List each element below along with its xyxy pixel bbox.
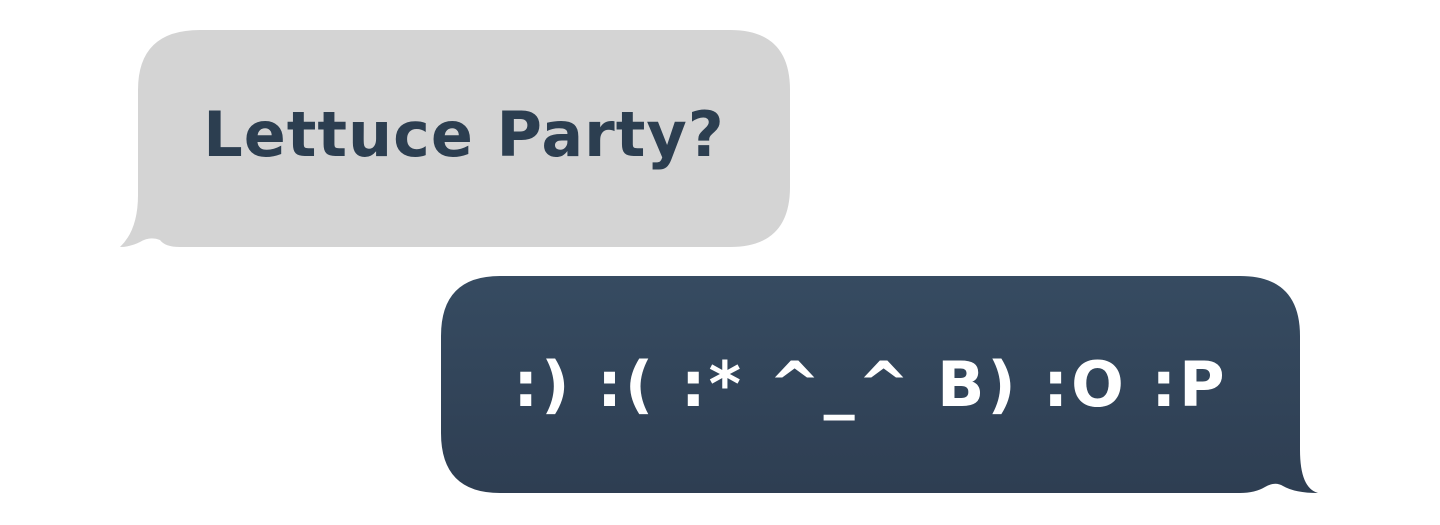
sent-message-text: :) :( :* ^_^ B) :O :P — [513, 348, 1228, 421]
received-message-text: Lettuce Party? — [203, 98, 725, 171]
